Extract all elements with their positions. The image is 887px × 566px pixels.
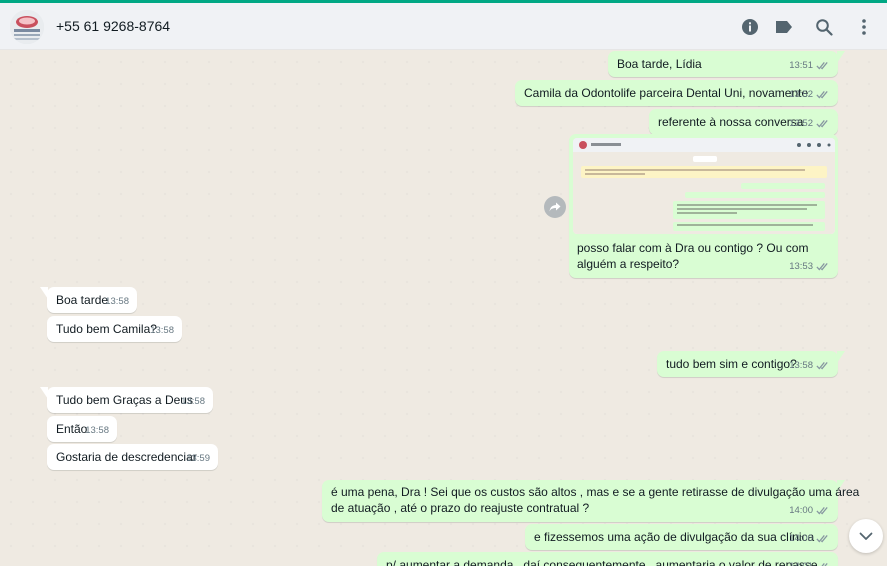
message-meta: 13:58 <box>105 293 129 310</box>
scroll-to-bottom-button[interactable] <box>849 519 883 553</box>
message-text: Tudo bem Camila? <box>56 322 157 336</box>
message-meta: 14:00 <box>789 502 830 519</box>
double-check-icon <box>821 563 828 566</box>
message-text: referente à nossa conversa <box>658 115 804 129</box>
message-outgoing-image[interactable]: posso falar com à Dra ou contigo ? Ou co… <box>569 134 838 278</box>
message-meta: 14:00 <box>789 530 830 547</box>
message-list[interactable]: Boa tarde, Lídia 13:51 Camila da Odontol… <box>0 51 887 566</box>
forward-button[interactable] <box>544 196 566 218</box>
message-time: 13:58 <box>85 425 109 436</box>
message-text: Tudo bem Graças a Deus <box>56 393 193 407</box>
message-text-line: de atuação , até o prazo do reajuste con… <box>331 501 590 515</box>
message-outgoing[interactable]: e fizessemos uma ação de divulgação da s… <box>525 524 838 550</box>
screenshot-preview-icon <box>573 138 835 234</box>
message-incoming[interactable]: Boa tarde 13:58 <box>40 287 137 313</box>
message-outgoing[interactable]: Camila da Odontolife parceira Dental Uni… <box>515 80 838 106</box>
message-incoming[interactable]: Então 13:58 <box>47 416 117 442</box>
message-outgoing[interactable]: tudo bem sim e contigo? 13:58 <box>657 351 845 377</box>
bubble-tail <box>837 351 845 363</box>
chat-header: +55 61 9268-8764 <box>0 3 887 50</box>
screenshot-thumbnail[interactable] <box>573 138 835 234</box>
avatar[interactable] <box>10 10 44 44</box>
message-meta: 13:58 <box>181 393 205 410</box>
bubble-tail <box>40 387 48 399</box>
message-time: 14:00 <box>789 505 813 516</box>
message-incoming[interactable]: Tudo bem Graças a Deus 13:58 <box>40 387 213 413</box>
message-time: 13:58 <box>789 360 813 371</box>
message-time: 13:52 <box>789 89 813 100</box>
message-text: Gostaria de descredenciar <box>56 450 197 464</box>
message-time: 13:59 <box>186 453 210 464</box>
message-time: 13:58 <box>105 296 129 307</box>
message-text: Boa tarde <box>56 293 109 307</box>
message-text: Camila da Odontolife parceira Dental Uni… <box>524 86 809 100</box>
bubble-tail <box>837 51 845 63</box>
avatar-image-icon <box>10 10 44 44</box>
message-text-line: posso falar com à Dra ou contigo ? Ou co… <box>577 241 809 255</box>
message-incoming[interactable]: Tudo bem Camila? 13:58 <box>47 316 182 342</box>
message-meta: 13:53 <box>789 258 830 275</box>
message-meta: 13:52 <box>789 86 830 103</box>
message-outgoing[interactable]: referente à nossa conversa 13:52 <box>649 109 838 135</box>
label-icon[interactable] <box>773 16 795 38</box>
message-meta: 13:58 <box>789 357 830 374</box>
message-meta: 13:58 <box>85 422 109 439</box>
message-meta: 13:58 <box>150 322 174 339</box>
message-meta: 13:59 <box>186 450 210 467</box>
double-check-icon <box>816 362 828 370</box>
double-check-icon <box>816 535 828 543</box>
message-text: Boa tarde, Lídia <box>617 57 702 71</box>
message-outgoing[interactable]: é uma pena, Dra ! Sei que os custos são … <box>322 480 859 522</box>
message-text: tudo bem sim e contigo? <box>666 357 797 371</box>
message-time: 13:58 <box>181 396 205 407</box>
double-check-icon <box>816 120 828 128</box>
message-text: e fizessemos uma ação de divulgação da s… <box>534 530 815 544</box>
message-text: Então <box>56 422 88 436</box>
message-time: 13:52 <box>789 118 813 129</box>
chevron-down-icon <box>859 532 873 540</box>
message-text-line: é uma pena, Dra ! Sei que os custos são … <box>331 485 860 499</box>
double-check-icon <box>816 507 828 515</box>
message-time: 13:51 <box>789 60 813 71</box>
double-check-icon <box>816 263 828 271</box>
message-meta: 13:52 <box>789 115 830 132</box>
double-check-icon <box>816 91 828 99</box>
info-icon[interactable] <box>739 16 761 38</box>
message-time: 13:53 <box>789 261 813 272</box>
message-meta: 14:01 <box>789 558 830 566</box>
bubble-tail <box>40 287 48 299</box>
message-time: 13:58 <box>150 325 174 336</box>
double-check-icon <box>816 62 828 70</box>
message-time: 14:00 <box>789 533 813 544</box>
message-outgoing[interactable]: p/ aumentar a demanda , daí consequentem… <box>377 552 838 566</box>
search-icon[interactable] <box>813 16 835 38</box>
message-outgoing[interactable]: Boa tarde, Lídia 13:51 <box>608 51 845 77</box>
forward-icon <box>549 202 561 212</box>
contact-name[interactable]: +55 61 9268-8764 <box>56 18 170 34</box>
message-meta: 13:51 <box>789 57 830 74</box>
message-text-line: alguém a respeito? <box>577 257 680 271</box>
message-incoming[interactable]: Gostaria de descredenciar 13:59 <box>47 444 218 470</box>
message-text: p/ aumentar a demanda , daí consequentem… <box>386 558 818 566</box>
message-time: 14:01 <box>789 558 813 566</box>
menu-icon[interactable] <box>853 16 875 38</box>
